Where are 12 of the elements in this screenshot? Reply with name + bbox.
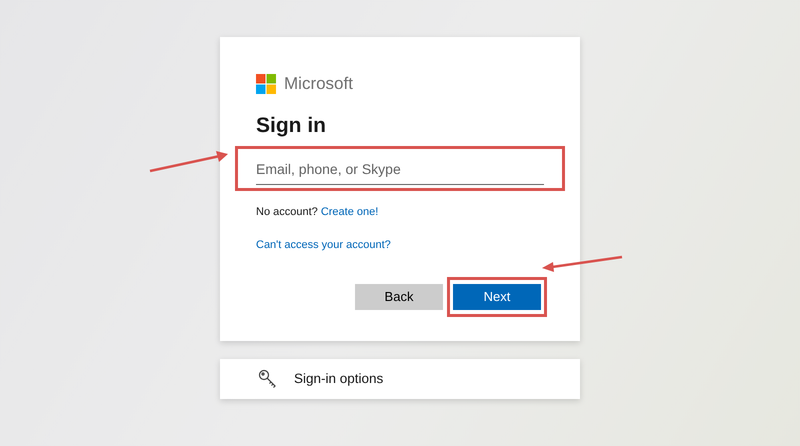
sign-in-options-label: Sign-in options <box>294 370 384 388</box>
create-account-link[interactable]: Create one! <box>320 206 378 218</box>
email-field[interactable]: Email, phone, or Skype <box>256 155 544 185</box>
logo-icon <box>256 74 276 94</box>
page-title: Sign in <box>256 112 327 138</box>
account-access-link[interactable]: Can't access your account? <box>256 238 391 250</box>
no-account-text: No account? <box>256 206 318 218</box>
key-icon <box>258 369 278 390</box>
back-button[interactable]: Back <box>355 284 443 310</box>
brand-name: Microsoft <box>284 73 353 95</box>
sign-in-options-card[interactable]: Sign-in options <box>220 359 580 400</box>
next-button[interactable]: Next <box>453 284 541 310</box>
